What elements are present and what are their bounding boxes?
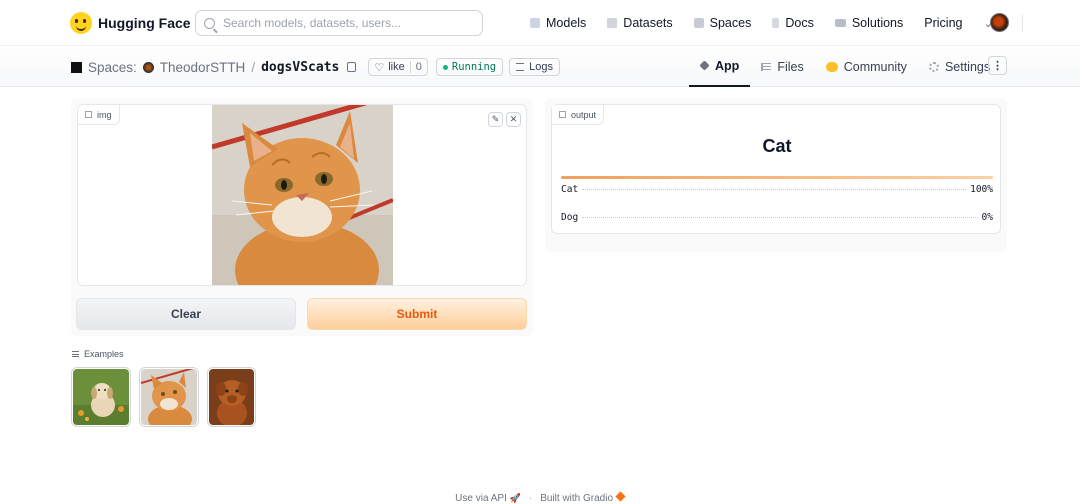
tab-settings-label: Settings: [944, 59, 991, 74]
confidence-value-dog: 0%: [981, 212, 993, 223]
gradio-logo-icon: [615, 491, 626, 502]
api-label: Use via API: [455, 492, 507, 504]
confidence-fill-cat: [561, 176, 993, 179]
confidence-bar-cat: [561, 176, 993, 179]
datasets-icon: [607, 18, 618, 28]
logs-button[interactable]: Logs: [509, 58, 560, 76]
nav-divider: [1021, 14, 1023, 32]
space-name[interactable]: dogsVScats: [261, 60, 339, 75]
input-label-chip: img: [78, 105, 120, 125]
hugging-face-icon: [70, 12, 92, 34]
clear-button[interactable]: Clear: [76, 298, 296, 330]
label-output: output Cat Cat 100% Dog 0%: [551, 104, 1001, 234]
nav-docs-label: Docs: [785, 16, 814, 30]
nav-spaces[interactable]: Spaces: [693, 16, 752, 30]
input-label: img: [97, 109, 112, 120]
confidence-label-cat: Cat: [561, 184, 579, 195]
copy-icon[interactable]: [347, 62, 357, 72]
examples-label: Examples: [84, 349, 124, 359]
nav-models-label: Models: [546, 16, 587, 30]
space-tabs: App Files Community Settings: [689, 46, 1001, 87]
chart-icon: [559, 111, 566, 118]
brand-name: Hugging Face: [98, 15, 191, 31]
nav-models[interactable]: Models: [530, 16, 586, 30]
status-text: Running: [451, 61, 497, 73]
app-icon: [699, 60, 710, 71]
leader-dots: [582, 189, 967, 190]
user-avatar[interactable]: [990, 13, 1009, 32]
owner-avatar: [142, 61, 154, 73]
footer: Use via API 🚀 · Built with Gradio: [0, 491, 1080, 504]
tab-community-label: Community: [843, 59, 907, 74]
heart-icon: ♡: [374, 61, 385, 74]
owner-link[interactable]: TheodorSTTH: [160, 60, 246, 75]
space-header: Spaces: TheodorSTTH / dogsVScats ♡ like 0…: [0, 46, 1080, 87]
image-icon: [85, 111, 92, 118]
nav-docs[interactable]: Docs: [772, 16, 814, 30]
nav-datasets[interactable]: Datasets: [607, 16, 673, 30]
predicted-label: Cat: [762, 136, 792, 156]
status-dot-icon: [442, 64, 448, 70]
solutions-icon: [834, 19, 846, 27]
example-cat[interactable]: [139, 367, 199, 427]
footer-separator: ·: [528, 492, 533, 504]
tab-files-label: Files: [777, 59, 804, 74]
tab-app-label: App: [715, 58, 740, 73]
confidence-row-dog: Dog 0%: [561, 212, 993, 223]
files-icon: [761, 62, 772, 71]
logs-icon: [516, 63, 525, 71]
search-input[interactable]: [223, 16, 473, 30]
confidence-value-cat: 100%: [970, 184, 993, 195]
built-with-gradio-link[interactable]: Built with Gradio: [540, 491, 626, 504]
close-icon[interactable]: ✕: [506, 112, 521, 127]
use-via-api-link[interactable]: Use via API 🚀: [455, 493, 521, 504]
nav-pricing-label: Pricing: [924, 16, 963, 30]
logs-label: Logs: [529, 61, 553, 73]
output-label-chip: output: [552, 105, 605, 125]
status-badge[interactable]: Running: [435, 58, 504, 76]
nav-datasets-label: Datasets: [623, 16, 673, 30]
nav-spaces-label: Spaces: [709, 16, 752, 30]
nav-solutions[interactable]: Solutions: [834, 16, 904, 30]
like-label: like: [388, 61, 405, 73]
spaces-icon: [693, 18, 704, 28]
tab-files[interactable]: Files: [750, 46, 814, 87]
confidence-label-dog: Dog: [561, 212, 579, 223]
uploaded-cat-image: [212, 105, 393, 285]
spaces-grid-icon: [71, 61, 82, 73]
examples-header: Examples: [72, 349, 124, 359]
rocket-icon: 🚀: [509, 492, 521, 503]
confidence-row-cat: Cat 100%: [561, 184, 993, 195]
list-icon: [72, 351, 79, 357]
like-count: 0: [409, 61, 427, 73]
tab-community[interactable]: Community: [815, 46, 918, 87]
like-button[interactable]: ♡ like 0: [368, 58, 428, 76]
spaces-label: Spaces:: [88, 59, 137, 75]
settings-gear-icon: [928, 61, 939, 72]
nav-links: Models Datasets Spaces Docs Solutions Pr…: [530, 14, 1023, 32]
top-navbar: Hugging Face Models Datasets Spaces Docs…: [0, 0, 1080, 46]
edit-image-icon[interactable]: ✎: [488, 112, 503, 127]
example-dog-puppy[interactable]: [71, 367, 131, 427]
search-box[interactable]: [195, 10, 483, 36]
example-brown-dog[interactable]: [207, 367, 256, 427]
hf-logo[interactable]: Hugging Face: [70, 12, 191, 34]
nav-pricing[interactable]: Pricing: [924, 16, 962, 30]
nav-solutions-label: Solutions: [851, 16, 904, 30]
search-icon: [204, 17, 215, 29]
breadcrumb-slash: /: [251, 59, 256, 75]
community-icon: [825, 61, 838, 72]
built-label: Built with Gradio: [540, 493, 614, 504]
tab-app[interactable]: App: [689, 46, 751, 87]
space-breadcrumb: Spaces: TheodorSTTH / dogsVScats ♡ like 0…: [71, 58, 560, 76]
image-input[interactable]: img ✎ ✕: [77, 104, 527, 286]
docs-icon: [772, 18, 780, 28]
output-label: output: [571, 109, 597, 120]
leader-dots: [582, 217, 978, 218]
submit-button[interactable]: Submit: [307, 298, 527, 330]
models-icon: [530, 18, 540, 28]
more-options-button[interactable]: ⋮: [988, 56, 1007, 75]
